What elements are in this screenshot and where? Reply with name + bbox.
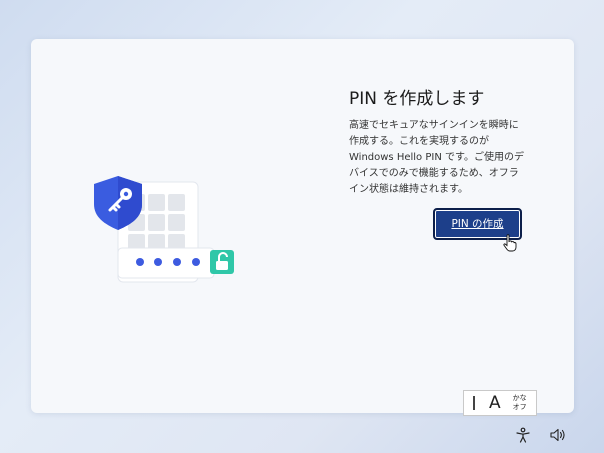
description-line: Windows Hello PIN です。ご使用のデ [349, 152, 524, 163]
description-line: バイスでのみで機能するため、オフラ [349, 168, 519, 179]
description-line: 作成する。これを実現するのが [349, 136, 489, 147]
accessibility-icon[interactable] [515, 427, 531, 443]
page-description: 高速でセキュアなサインインを瞬時に 作成する。これを実現するのが Windows… [349, 118, 539, 198]
description-line: イン状態は維持されます。 [349, 184, 468, 195]
pin-illustration [94, 176, 234, 283]
ime-kana-bottom: オフ [512, 403, 527, 411]
hand-cursor-icon [503, 234, 517, 252]
ime-kana-status: かな オフ [513, 394, 527, 412]
description-line: 高速でセキュアなサインインを瞬時に [349, 120, 519, 131]
ime-caret-icon [473, 396, 475, 410]
unlock-icon [210, 250, 234, 274]
volume-icon[interactable] [550, 428, 566, 442]
ime-indicator[interactable]: A かな オフ [463, 390, 537, 416]
page-title: PIN を作成します [349, 89, 485, 109]
ime-kana-top: かな [512, 394, 527, 402]
ime-mode-glyph: A [489, 393, 501, 413]
